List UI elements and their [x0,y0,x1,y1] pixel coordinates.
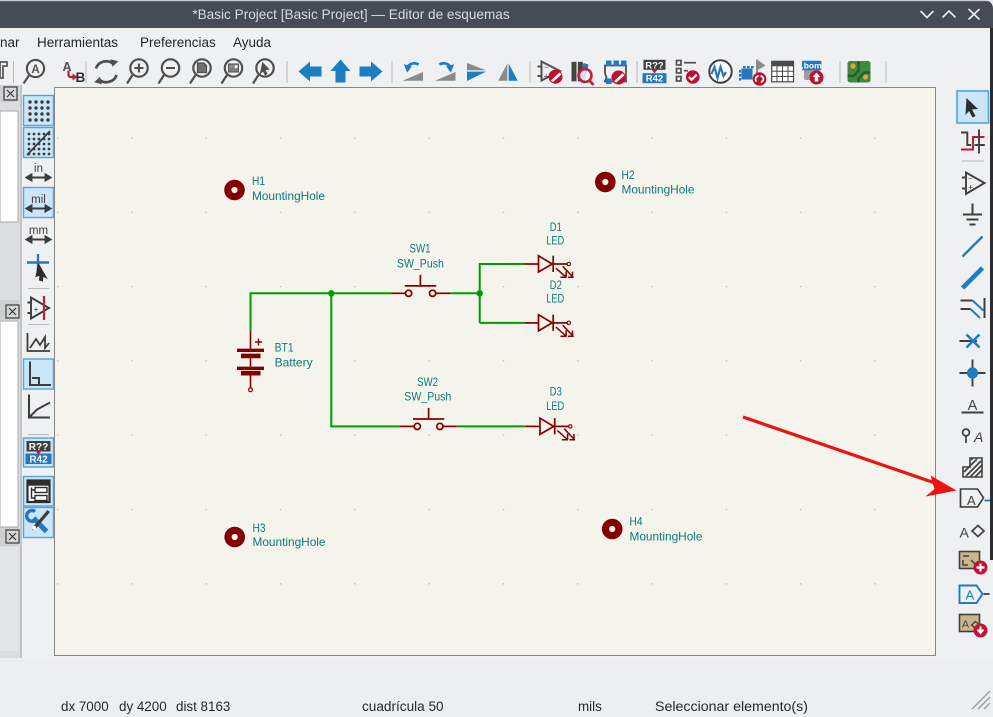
svg-text:dx 7000: dx 7000 [61,699,109,714]
svg-text:Herramientas: Herramientas [37,35,118,50]
svg-text:Preferencias: Preferencias [140,35,216,50]
svg-text:mm: mm [29,225,48,237]
svg-text:MountingHole: MountingHole [622,183,695,197]
svg-text:SW2: SW2 [417,375,438,389]
svg-text:A: A [63,60,72,74]
svg-text:+: + [968,183,973,193]
svg-text:D2: D2 [550,278,562,292]
svg-text:nar: nar [0,35,20,50]
svg-text:SW_Push: SW_Push [404,389,451,403]
svg-text:in: in [34,163,43,175]
svg-text:R42: R42 [29,455,48,466]
svg-text:A: A [31,64,39,76]
svg-text:MountingHole: MountingHole [630,530,703,544]
svg-text:dist 8163: dist 8163 [176,699,230,714]
svg-text:A: A [966,588,975,603]
svg-text:A: A [960,525,970,541]
svg-text:Ayuda: Ayuda [233,35,272,50]
svg-text:+: + [34,304,39,314]
svg-text:A: A [967,493,976,508]
svg-text:H2: H2 [622,168,635,182]
svg-text:MountingHole: MountingHole [253,535,326,549]
svg-text:LED: LED [546,292,564,306]
svg-text:A: A [973,429,983,445]
svg-text:cuadrícula 50: cuadrícula 50 [362,699,444,714]
svg-text:mils: mils [578,699,602,714]
svg-text:LED: LED [546,234,564,248]
svg-text:*Basic Project [Basic Project]: *Basic Project [Basic Project] — Editor … [192,7,510,22]
svg-text:.bom: .bom [801,61,822,71]
svg-text:BT1: BT1 [275,340,294,354]
svg-text:Battery: Battery [275,355,313,369]
svg-text:Seleccionar elemento(s): Seleccionar elemento(s) [655,699,808,715]
svg-text:SW_Push: SW_Push [397,256,444,270]
svg-text:+: + [544,72,549,82]
svg-text:SW1: SW1 [410,242,431,256]
svg-text:mil: mil [31,194,46,206]
svg-text:dy 4200: dy 4200 [119,699,167,714]
svg-text:H3: H3 [253,521,266,535]
svg-text:D1: D1 [550,220,562,234]
svg-text:B: B [76,70,86,85]
svg-text:D3: D3 [550,385,562,399]
svg-text:LED: LED [546,399,564,413]
svg-text:H1: H1 [252,174,265,188]
svg-text:A: A [962,619,969,631]
svg-text:MountingHole: MountingHole [252,189,325,203]
svg-text:R42: R42 [646,74,663,85]
svg-text:H4: H4 [630,515,643,529]
